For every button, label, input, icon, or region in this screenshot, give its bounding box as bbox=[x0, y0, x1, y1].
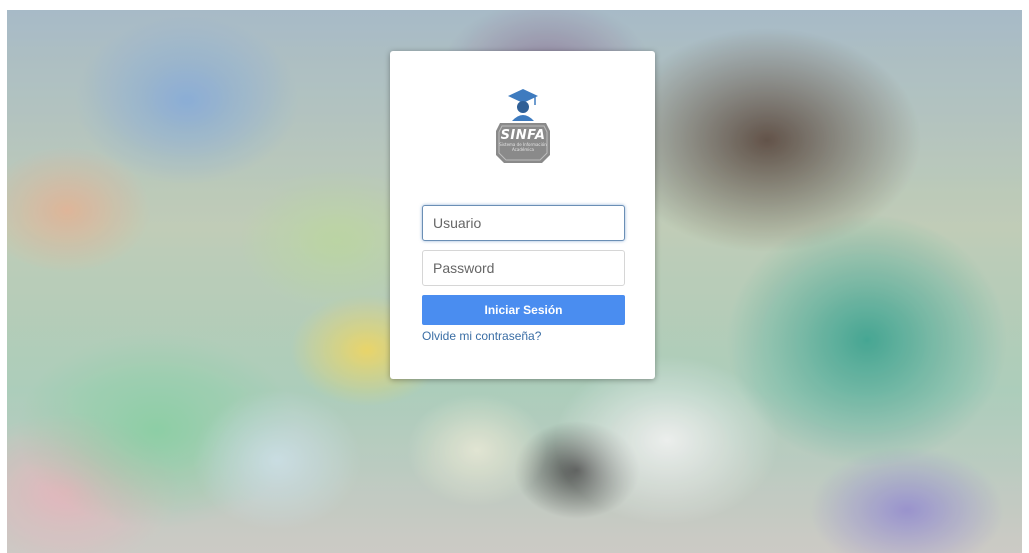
username-input[interactable] bbox=[422, 205, 625, 241]
logo-text: SINFA bbox=[500, 128, 546, 143]
password-input[interactable] bbox=[422, 250, 625, 286]
login-card: SINFA Sistema de Información Académica I… bbox=[390, 51, 655, 379]
forgot-password-link[interactable]: Olvide mi contraseña? bbox=[422, 329, 541, 343]
sinfa-logo bbox=[496, 89, 550, 163]
login-button[interactable]: Iniciar Sesión bbox=[422, 295, 625, 325]
logo-caption: Sistema de Información Académica bbox=[499, 142, 547, 152]
login-page: SINFA Sistema de Información Académica I… bbox=[0, 0, 1029, 553]
